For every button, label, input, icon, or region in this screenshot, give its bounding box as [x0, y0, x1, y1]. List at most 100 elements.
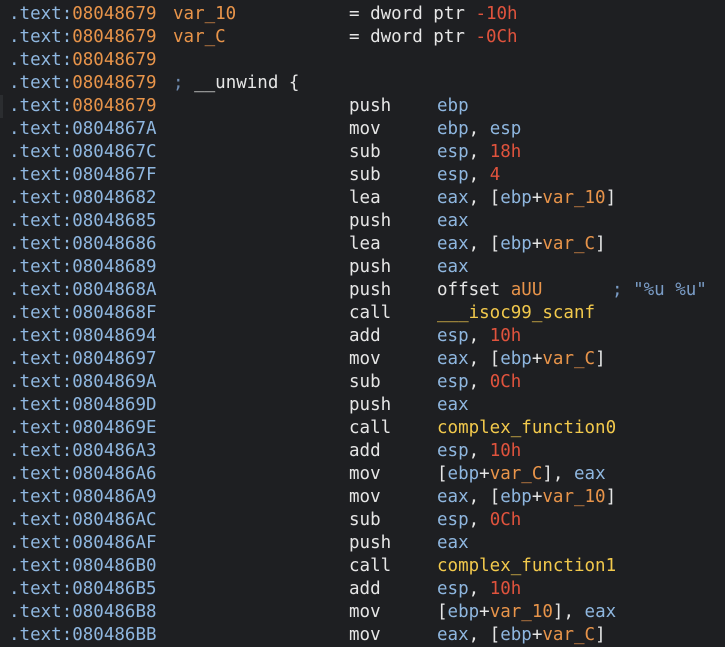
operand-string-label[interactable]: aUU: [511, 280, 543, 300]
operand-variable[interactable]: var_C: [542, 625, 595, 645]
instruction-mnemonic[interactable]: mov: [349, 624, 381, 647]
line-address[interactable]: .text:0804867F: [9, 164, 157, 187]
stack-variable-name[interactable]: var_C: [173, 26, 226, 49]
line-address[interactable]: .text:0804869D: [9, 394, 157, 417]
instruction-mnemonic[interactable]: sub: [349, 371, 381, 394]
line-address[interactable]: .text:080486AF: [9, 532, 157, 555]
line-address[interactable]: .text:08048679: [9, 72, 157, 95]
instruction-operands[interactable]: [ebp+var_10], eax: [437, 601, 616, 624]
operand-variable[interactable]: var_10: [542, 188, 605, 208]
instruction-mnemonic[interactable]: add: [349, 325, 381, 348]
instruction-operands[interactable]: esp, 10h: [437, 440, 521, 463]
disassembly-listing[interactable]: .text:08048679 var_10 = dword ptr -10h .tex…: [0, 3, 725, 647]
operand-function-name[interactable]: complex_function1: [437, 556, 616, 576]
instruction-operands[interactable]: ebp: [437, 95, 469, 118]
instruction-operands[interactable]: esp, 10h: [437, 325, 521, 348]
line-address[interactable]: .text:080486B0: [9, 555, 157, 578]
line-address[interactable]: .text:08048694: [9, 325, 157, 348]
instruction-operands[interactable]: ___isoc99_scanf: [437, 302, 595, 325]
instruction-mnemonic[interactable]: mov: [349, 486, 381, 509]
listing-line[interactable]: .text:080486A3 add esp, 10h: [0, 440, 725, 463]
listing-line[interactable]: .text:08048679: [0, 49, 725, 72]
instruction-mnemonic[interactable]: call: [349, 555, 391, 578]
instruction-operands[interactable]: eax: [437, 256, 469, 279]
instruction-operands[interactable]: esp, 4: [437, 164, 500, 187]
instruction-mnemonic[interactable]: sub: [349, 164, 381, 187]
listing-line[interactable]: .text:08048686 lea eax, [ebp+var_C]: [0, 233, 725, 256]
line-address[interactable]: .text:0804868A: [9, 279, 157, 302]
listing-line[interactable]: .text:080486AF push eax: [0, 532, 725, 555]
listing-line[interactable]: .text:080486A6 mov [ebp+var_C], eax: [0, 463, 725, 486]
operand-variable[interactable]: var_C: [542, 349, 595, 369]
listing-line[interactable]: .text:0804869A sub esp, 0Ch: [0, 371, 725, 394]
line-address[interactable]: .text:080486A6: [9, 463, 157, 486]
instruction-mnemonic[interactable]: sub: [349, 509, 381, 532]
line-address[interactable]: .text:08048686: [9, 233, 157, 256]
line-address[interactable]: .text:08048689: [9, 256, 157, 279]
line-address[interactable]: .text:08048685: [9, 210, 157, 233]
instruction-mnemonic[interactable]: push: [349, 95, 391, 118]
listing-line[interactable]: .text:080486A9 mov eax, [ebp+var_10]: [0, 486, 725, 509]
instruction-operands[interactable]: eax, [ebp+var_10]: [437, 486, 616, 509]
instruction-mnemonic[interactable]: lea: [349, 233, 381, 256]
instruction-mnemonic[interactable]: mov: [349, 118, 381, 141]
instruction-operands[interactable]: esp, 18h: [437, 141, 521, 164]
operand-variable[interactable]: var_C: [542, 234, 595, 254]
listing-line[interactable]: .text:08048682 lea eax, [ebp+var_10]: [0, 187, 725, 210]
instruction-mnemonic[interactable]: lea: [349, 187, 381, 210]
instruction-operands[interactable]: esp, 10h: [437, 578, 521, 601]
operand-function-name[interactable]: ___isoc99_scanf: [437, 303, 595, 323]
instruction-operands[interactable]: ebp, esp: [437, 118, 521, 141]
instruction-operands[interactable]: complex_function0: [437, 417, 616, 440]
line-address[interactable]: .text:080486B8: [9, 601, 157, 624]
listing-line[interactable]: .text:08048679 var_10 = dword ptr -10h: [0, 3, 725, 26]
instruction-operands[interactable]: [ebp+var_C], eax: [437, 463, 606, 486]
line-address[interactable]: .text:080486A3: [9, 440, 157, 463]
instruction-operands[interactable]: eax, [ebp+var_C]: [437, 348, 606, 371]
line-address[interactable]: .text:0804868F: [9, 302, 157, 325]
listing-line[interactable]: .text:08048685 push eax: [0, 210, 725, 233]
listing-line[interactable]: .text:0804867C sub esp, 18h: [0, 141, 725, 164]
instruction-operands[interactable]: eax, [ebp+var_C]: [437, 624, 606, 647]
listing-line[interactable]: .text:0804868F call ___isoc99_scanf: [0, 302, 725, 325]
instruction-mnemonic[interactable]: add: [349, 578, 381, 601]
operand-function-name[interactable]: complex_function0: [437, 418, 616, 438]
listing-line[interactable]: .text:0804869D push eax: [0, 394, 725, 417]
listing-line[interactable]: .text:08048689 push eax: [0, 256, 725, 279]
line-address[interactable]: .text:08048697: [9, 348, 157, 371]
instruction-operands[interactable]: esp, 0Ch: [437, 371, 521, 394]
instruction-mnemonic[interactable]: call: [349, 302, 391, 325]
line-address[interactable]: .text:080486BB: [9, 624, 157, 647]
instruction-operands[interactable]: eax, [ebp+var_C]: [437, 233, 606, 256]
line-address[interactable]: .text:080486AC: [9, 509, 157, 532]
listing-line[interactable]: .text:08048679 var_C = dword ptr -0Ch: [0, 26, 725, 49]
stack-variable-name[interactable]: var_10: [173, 3, 236, 26]
instruction-operands[interactable]: eax: [437, 394, 469, 417]
instruction-operands[interactable]: offset aUU: [437, 279, 542, 302]
line-address[interactable]: .text:0804867A: [9, 118, 157, 141]
listing-line[interactable]: .text:08048679; __unwind {: [0, 72, 725, 95]
instruction-operands[interactable]: eax: [437, 210, 469, 233]
line-address[interactable]: .text:080486B5: [9, 578, 157, 601]
line-address[interactable]: .text:08048679: [9, 95, 157, 118]
instruction-mnemonic[interactable]: mov: [349, 601, 381, 624]
instruction-mnemonic[interactable]: push: [349, 394, 391, 417]
line-address[interactable]: .text:08048682: [9, 187, 157, 210]
line-address[interactable]: .text:0804867C: [9, 141, 157, 164]
listing-line[interactable]: .text:0804867A mov ebp, esp: [0, 118, 725, 141]
listing-line[interactable]: .text:0804869E call complex_function0: [0, 417, 725, 440]
instruction-mnemonic[interactable]: call: [349, 417, 391, 440]
instruction-mnemonic[interactable]: mov: [349, 348, 381, 371]
instruction-mnemonic[interactable]: push: [349, 256, 391, 279]
instruction-mnemonic[interactable]: push: [349, 210, 391, 233]
instruction-operands[interactable]: esp, 0Ch: [437, 509, 521, 532]
operand-variable[interactable]: var_C: [490, 464, 543, 484]
instruction-operands[interactable]: complex_function1: [437, 555, 616, 578]
line-address[interactable]: .text:08048679: [9, 49, 157, 72]
operand-variable[interactable]: var_10: [490, 602, 553, 622]
instruction-operands[interactable]: eax, [ebp+var_10]: [437, 187, 616, 210]
listing-line[interactable]: .text:080486B8 mov [ebp+var_10], eax: [0, 601, 725, 624]
listing-line[interactable]: .text:0804867F sub esp, 4: [0, 164, 725, 187]
line-address[interactable]: .text:08048679: [9, 3, 157, 26]
instruction-mnemonic[interactable]: push: [349, 532, 391, 555]
